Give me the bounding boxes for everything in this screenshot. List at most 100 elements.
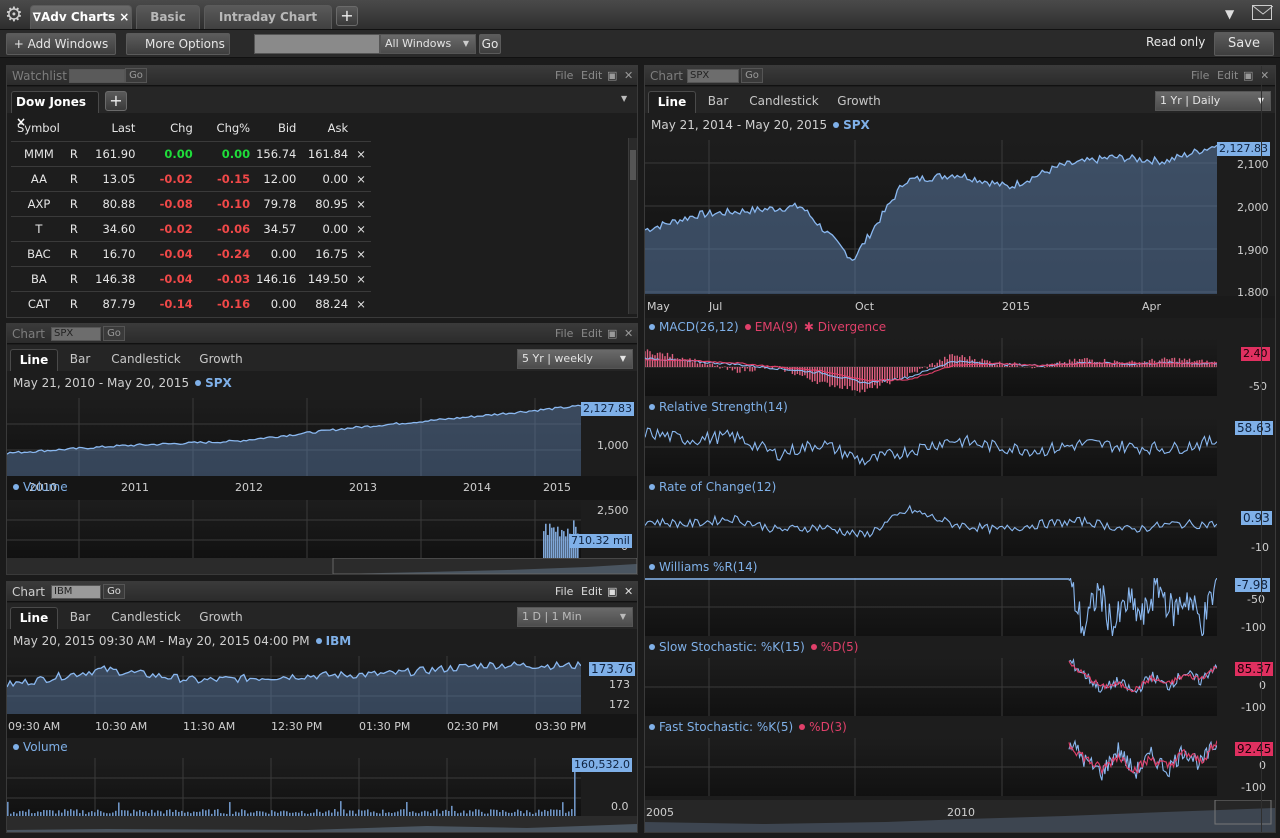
mail-icon[interactable] — [1252, 5, 1273, 20]
close-icon[interactable]: ✕ — [624, 582, 633, 602]
symbol-input[interactable]: SPX — [687, 69, 739, 83]
x-tick-label: Apr — [1142, 300, 1162, 313]
flag-cell: R — [69, 296, 78, 311]
williams-plot[interactable] — [645, 578, 1217, 636]
add-windows-button[interactable]: + Add Windows — [6, 33, 116, 55]
slow-stoch-plot[interactable] — [645, 658, 1217, 716]
table-row[interactable]: BAC R 16.70 -0.04 -0.24 0.00 16.75 × — [11, 241, 371, 267]
chevron-down-icon[interactable]: ▼ — [621, 94, 627, 103]
scrollbar[interactable] — [1261, 66, 1275, 832]
maximize-icon[interactable]: ▣ — [607, 324, 617, 344]
range-select[interactable]: 1 Yr | Daily ▼ — [1155, 91, 1271, 111]
add-tab-button[interactable]: + — [105, 91, 127, 111]
tab-growth[interactable]: Growth — [195, 349, 247, 371]
close-icon[interactable]: ✕ — [624, 66, 633, 86]
bid-cell: 0.00 — [253, 241, 300, 267]
edit-menu[interactable]: Edit — [581, 324, 602, 344]
table-row[interactable]: BA R 146.38 -0.04 -0.03 146.16 149.50 × — [11, 266, 371, 292]
table-row[interactable]: T R 34.60 -0.02 -0.06 34.57 0.00 × — [11, 216, 371, 242]
column-header[interactable]: Chg — [138, 116, 196, 142]
date-range: May 20, 2015 09:30 AM - May 20, 2015 04:… — [13, 634, 351, 648]
windows-select[interactable]: All Windows ▼ — [380, 34, 476, 54]
tab-line[interactable]: Line — [648, 91, 696, 113]
tab-line[interactable]: Line — [10, 349, 58, 371]
volume-bar — [340, 801, 342, 816]
scrollbar[interactable] — [628, 138, 637, 314]
range-select[interactable]: 1 D | 1 Min ▼ — [517, 607, 633, 627]
price-plot[interactable] — [645, 140, 1217, 294]
macd-plot[interactable] — [645, 338, 1217, 396]
go-button[interactable]: Go — [741, 68, 763, 83]
tab-adv-charts[interactable]: ∇Adv Charts × — [30, 5, 132, 29]
price-plot[interactable] — [7, 398, 581, 476]
tab-basic[interactable]: Basic — [136, 5, 200, 29]
navigator[interactable] — [7, 558, 637, 574]
price-plot[interactable] — [7, 656, 581, 714]
rsi-plot[interactable] — [645, 418, 1217, 476]
tab-dow-jones[interactable]: Dow Jones × — [11, 91, 99, 129]
tab-growth[interactable]: Growth — [195, 607, 247, 629]
chg-cell: -0.02 — [138, 166, 196, 192]
volume-bar — [70, 809, 72, 816]
file-menu[interactable]: File — [555, 582, 573, 602]
column-header[interactable]: Last — [80, 116, 139, 142]
close-icon[interactable]: ✕ — [624, 324, 633, 344]
navigator[interactable] — [7, 816, 637, 832]
maximize-icon[interactable]: ▣ — [1243, 66, 1253, 86]
symbol-input[interactable] — [69, 69, 125, 83]
tab-bar[interactable]: Bar — [63, 607, 97, 629]
tab-growth[interactable]: Growth — [833, 91, 885, 113]
navigator[interactable]: 2005 2010 — [645, 800, 1275, 832]
remove-icon[interactable]: × — [351, 166, 371, 192]
more-options-button[interactable]: More Options — [126, 33, 230, 55]
remove-icon[interactable]: × — [351, 291, 371, 316]
file-menu[interactable]: File — [555, 66, 573, 86]
table-row[interactable]: CAT R 87.79 -0.14 -0.16 0.00 88.24 × — [11, 291, 371, 316]
column-header[interactable]: Bid — [253, 116, 300, 142]
edit-menu[interactable]: Edit — [1217, 66, 1238, 86]
maximize-icon[interactable]: ▣ — [607, 66, 617, 86]
tab-line[interactable]: Line — [10, 607, 58, 629]
range-select[interactable]: 5 Yr | weekly ▼ — [517, 349, 633, 369]
file-menu[interactable]: File — [1191, 66, 1209, 86]
tab-intraday-chart[interactable]: Intraday Chart — [204, 5, 332, 29]
go-button[interactable]: Go — [103, 584, 125, 599]
gear-icon[interactable]: ⚙ — [3, 3, 25, 25]
scrollbar-thumb[interactable] — [630, 150, 636, 180]
fast-stoch-plot[interactable] — [645, 738, 1217, 796]
table-row[interactable]: AXP R 80.88 -0.08 -0.10 79.78 80.95 × — [11, 191, 371, 217]
go-button[interactable]: Go — [479, 34, 501, 54]
add-tab-button[interactable]: + — [336, 6, 358, 26]
tab-candlestick[interactable]: Candlestick — [745, 91, 823, 113]
symbol-input[interactable]: SPX — [51, 327, 101, 341]
remove-icon[interactable]: × — [351, 241, 371, 267]
remove-icon[interactable]: × — [351, 216, 371, 242]
volume-plot[interactable] — [7, 758, 581, 816]
tab-candlestick[interactable]: Candlestick — [107, 607, 185, 629]
tab-bar[interactable]: Bar — [63, 349, 97, 371]
go-button[interactable]: Go — [125, 68, 147, 83]
column-header[interactable]: Symbol — [11, 116, 67, 142]
column-header[interactable]: Chg% — [195, 116, 254, 142]
close-icon[interactable]: × — [119, 10, 129, 24]
symbol-input[interactable]: IBM — [51, 585, 101, 599]
chevron-down-icon[interactable]: ▼ — [1225, 7, 1234, 21]
volume-plot[interactable] — [7, 500, 581, 558]
window-search-input[interactable] — [254, 34, 380, 54]
roc-plot[interactable] — [645, 498, 1217, 556]
remove-icon[interactable]: × — [351, 141, 371, 167]
table-row[interactable]: AA R 13.05 -0.02 -0.15 12.00 0.00 × — [11, 166, 371, 192]
remove-icon[interactable]: × — [351, 191, 371, 217]
maximize-icon[interactable]: ▣ — [607, 582, 617, 602]
edit-menu[interactable]: Edit — [581, 582, 602, 602]
remove-icon[interactable]: × — [351, 266, 371, 292]
column-header[interactable]: Ask — [299, 116, 352, 142]
tab-bar[interactable]: Bar — [701, 91, 735, 113]
series-dot-icon — [799, 724, 806, 730]
save-button[interactable]: Save — [1214, 32, 1274, 56]
go-button[interactable]: Go — [103, 326, 125, 341]
tab-candlestick[interactable]: Candlestick — [107, 349, 185, 371]
edit-menu[interactable]: Edit — [581, 66, 602, 86]
file-menu[interactable]: File — [555, 324, 573, 344]
table-row[interactable]: MMM R 161.90 0.00 0.00 156.74 161.84 × — [11, 141, 371, 167]
